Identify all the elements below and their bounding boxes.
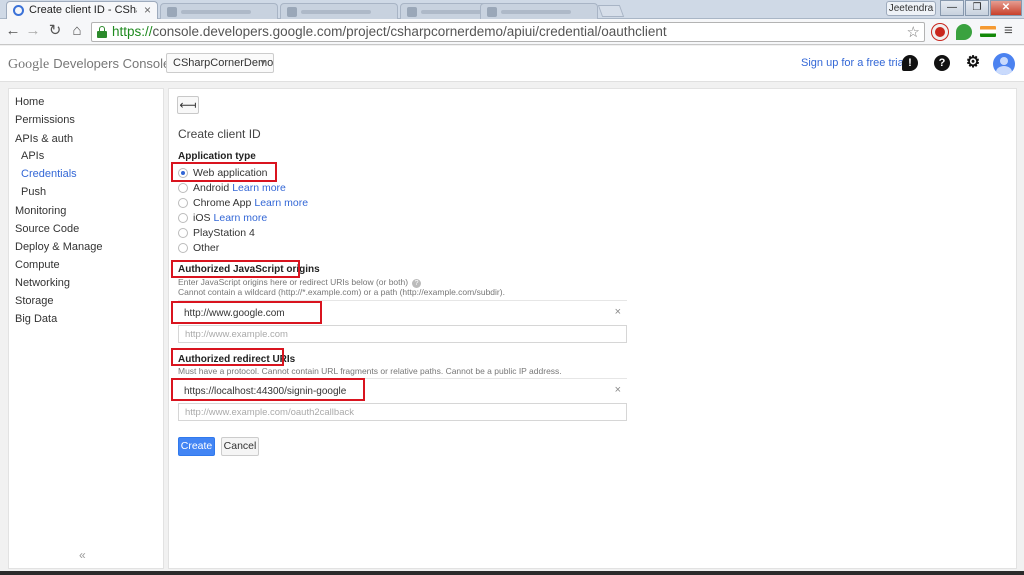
browser-user-chip[interactable]: Jeetendra: [886, 1, 936, 16]
browser-toolbar: ← → ↻ ⌂ https://console.developers.googl…: [0, 19, 1024, 45]
redirect-uris-hint: Must have a protocol. Cannot contain URL…: [178, 366, 562, 376]
radio-web-application[interactable]: Web application: [178, 167, 268, 180]
tab-title: Create client ID - CSharpC: [29, 4, 137, 16]
lock-icon[interactable]: [97, 26, 107, 38]
star-icon[interactable]: ☆: [907, 23, 920, 41]
avatar[interactable]: [993, 53, 1015, 75]
extension-block-icon[interactable]: [932, 24, 948, 40]
taskbar-edge: [0, 571, 1024, 575]
create-button[interactable]: Create: [178, 437, 215, 456]
sidebar-item-apis-auth[interactable]: APIs & auth: [15, 133, 73, 145]
learn-more-link[interactable]: Learn more: [232, 182, 286, 194]
radio-button-icon[interactable]: [178, 228, 188, 239]
console-header: Google Developers Console CSharpCornerDem…: [0, 46, 1024, 82]
js-origins-hint-2: Cannot contain a wildcard (http://*.exam…: [178, 287, 505, 297]
console-logo[interactable]: Google Developers Console: [8, 55, 170, 73]
tab-favicon-icon: [407, 7, 417, 17]
remove-origin-icon[interactable]: ×: [615, 306, 621, 318]
sidebar-item-networking[interactable]: Networking: [15, 277, 70, 289]
home-icon[interactable]: ⌂: [68, 22, 86, 40]
learn-more-link[interactable]: Learn more: [254, 197, 308, 209]
sidebar-item-deploy-manage[interactable]: Deploy & Manage: [15, 241, 102, 253]
redirect-uri-input[interactable]: [178, 403, 627, 421]
sidebar-item-storage[interactable]: Storage: [15, 295, 54, 307]
reload-icon[interactable]: ↻: [46, 22, 64, 40]
url-scheme: https://: [112, 24, 153, 39]
sidebar-item-source-code[interactable]: Source Code: [15, 223, 79, 235]
radio-button-icon[interactable]: [178, 168, 188, 179]
feedback-icon[interactable]: !: [902, 55, 918, 71]
new-tab-button[interactable]: [597, 5, 625, 17]
learn-more-link[interactable]: Learn more: [214, 212, 268, 224]
radio-button-icon[interactable]: [178, 243, 188, 254]
hamburger-menu-icon[interactable]: ≡: [1004, 22, 1013, 39]
radio-label: Android: [193, 182, 230, 195]
radio-button-icon[interactable]: [178, 198, 188, 209]
window-close-button[interactable]: ✕: [990, 0, 1022, 16]
radio-android[interactable]: Android Learn more: [178, 182, 286, 195]
background-tab[interactable]: [480, 3, 598, 19]
back-arrow-icon[interactable]: ←: [4, 22, 22, 40]
free-trial-link[interactable]: Sign up for a free trial.: [801, 57, 909, 69]
extension-chat-icon[interactable]: [956, 24, 972, 40]
sidebar-item-home[interactable]: Home: [15, 96, 44, 108]
sidebar-item-big-data[interactable]: Big Data: [15, 313, 57, 325]
browser-tab-strip: Create client ID - CSharpC × Jeetendra —…: [0, 0, 1024, 19]
radio-label: Web application: [193, 167, 268, 180]
sidebar-item-push[interactable]: Push: [21, 186, 46, 198]
remove-redirect-icon[interactable]: ×: [615, 384, 621, 396]
sidebar-item-permissions[interactable]: Permissions: [15, 114, 75, 126]
address-bar[interactable]: https://console.developers.google.com/pr…: [91, 22, 925, 42]
highlight-redirect-value: [171, 378, 365, 401]
js-origin-input[interactable]: [178, 325, 627, 343]
brand-google: Google: [8, 57, 50, 72]
brand-product: Developers Console: [53, 56, 171, 71]
tab-close-icon[interactable]: ×: [144, 3, 151, 17]
radio-label: Chrome App: [193, 197, 252, 210]
radio-label: Other: [193, 242, 220, 255]
chevron-down-icon: ▼: [259, 58, 267, 67]
sidebar-item-apis[interactable]: APIs: [21, 150, 44, 162]
radio-other[interactable]: Other: [178, 242, 219, 255]
url-path: console.developers.google.com/project/cs…: [152, 24, 667, 39]
forward-arrow-icon[interactable]: →: [24, 22, 42, 40]
sidebar: Home Permissions APIs & auth APIs Credential…: [8, 88, 164, 569]
radio-button-icon[interactable]: [178, 183, 188, 194]
highlight-js-origins-label: [171, 260, 300, 278]
extension-flag-icon[interactable]: [980, 26, 996, 37]
background-tab[interactable]: [160, 3, 278, 19]
background-tab[interactable]: [280, 3, 398, 19]
window-maximize-button[interactable]: ❐: [965, 0, 989, 16]
sidebar-item-monitoring[interactable]: Monitoring: [15, 205, 66, 217]
tab-favicon-icon: [487, 7, 497, 17]
sidebar-item-credentials[interactable]: Credentials: [21, 168, 77, 180]
radio-label: iOS: [193, 212, 211, 225]
collapse-sidebar-icon[interactable]: «: [79, 548, 86, 562]
tab-favicon-icon: [287, 7, 297, 17]
back-button[interactable]: ⟻: [177, 96, 199, 114]
url-text[interactable]: https://console.developers.google.com/pr…: [112, 24, 667, 39]
project-selector[interactable]: CSharpCornerDemo ▼: [166, 53, 274, 73]
console-favicon-icon: [13, 5, 24, 16]
highlight-redirect-label: [171, 348, 284, 366]
application-type-label: Application type: [178, 151, 256, 162]
cancel-button[interactable]: Cancel: [221, 437, 259, 456]
highlight-js-origin-value: [171, 301, 322, 324]
radio-label: PlayStation 4: [193, 227, 255, 240]
window-minimize-button[interactable]: —: [940, 0, 964, 16]
radio-chrome-app[interactable]: Chrome App Learn more: [178, 197, 308, 210]
radio-button-icon[interactable]: [178, 213, 188, 224]
gear-icon[interactable]: ⚙: [965, 55, 981, 71]
page-title: Create client ID: [178, 127, 261, 141]
help-icon[interactable]: ?: [934, 55, 950, 71]
create-client-id-panel: ⟻ Create client ID Application type Auth…: [168, 88, 1017, 569]
tab-create-client-id[interactable]: Create client ID - CSharpC ×: [6, 1, 158, 19]
sidebar-item-compute[interactable]: Compute: [15, 259, 60, 271]
radio-ios[interactable]: iOS Learn more: [178, 212, 267, 225]
tab-favicon-icon: [167, 7, 177, 17]
radio-playstation-4[interactable]: PlayStation 4: [178, 227, 255, 240]
